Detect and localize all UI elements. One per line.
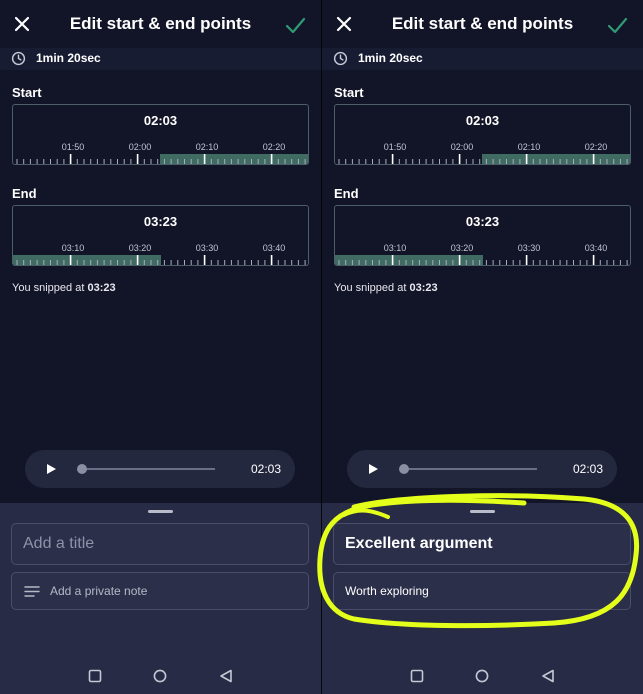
player-time: 02:03 [250,462,281,476]
tick-label: 03:30 [518,243,541,253]
duration-text: 1min 20sec [358,51,423,65]
lines-icon [24,586,40,597]
start-timeline[interactable]: 02:03 01:50 02:00 02:10 02:20 [334,104,631,165]
sheet-handle[interactable] [148,510,173,513]
snip-time: 03:23 [409,282,438,294]
sheet-handle[interactable] [470,510,495,513]
start-label: Start [334,85,364,100]
bottom-sheet: Excellent argument Worth exploring [322,503,643,694]
title-value: Excellent argument [345,535,493,552]
nav-circle-icon[interactable] [153,669,167,683]
page-title: Edit start & end points [69,14,252,33]
progress-track[interactable] [80,468,215,470]
progress-track[interactable] [402,468,537,470]
player-time: 02:03 [572,462,603,476]
tick-label: 02:00 [129,142,152,152]
end-timeline[interactable]: 03:23 03:10 03:20 03:30 03:40 [334,205,631,266]
nav-triangle-icon[interactable] [541,669,555,683]
check-icon[interactable] [606,14,628,36]
selection-range [13,255,161,265]
clock-icon [11,51,26,66]
tick-label: 02:20 [263,142,286,152]
note-value: Worth exploring [345,584,429,598]
note-placeholder: Add a private note [50,584,148,598]
bottom-sheet: Add a title Add a private note [0,503,321,694]
start-timeline[interactable]: 02:03 01:50 02:00 02:10 02:20 [12,104,309,165]
note-field[interactable]: Add a private note [11,572,309,610]
clock-icon [333,51,348,66]
audio-player: 02:03 [25,450,295,488]
tick-label: 01:50 [384,142,407,152]
screen-right: Edit start & end points 1min 20sec Start… [322,0,643,694]
selection-range [335,255,483,265]
title-field[interactable]: Excellent argument [333,523,631,565]
check-icon[interactable] [284,14,306,36]
tick-label: 03:10 [62,243,85,253]
header: Edit start & end points [322,0,643,48]
tick-label: 02:00 [451,142,474,152]
nav-circle-icon[interactable] [475,669,489,683]
end-scrubber[interactable]: 03:10 03:20 03:30 03:40 [13,206,309,266]
duration-bar: 1min 20sec [322,48,643,70]
play-icon[interactable] [45,463,57,475]
note-field[interactable]: Worth exploring [333,572,631,610]
header: Edit start & end points [0,0,321,48]
snip-info: You snipped at 03:23 [12,282,116,294]
start-label: Start [12,85,42,100]
tick-label: 03:20 [129,243,152,253]
duration-bar: 1min 20sec [0,48,321,70]
close-icon[interactable] [12,14,32,34]
title-placeholder: Add a title [23,535,95,552]
start-scrubber[interactable]: 01:50 02:00 02:10 02:20 [13,105,309,165]
snip-time: 03:23 [87,282,116,294]
snip-info: You snipped at 03:23 [334,282,438,294]
title-field[interactable]: Add a title [11,523,309,565]
progress-knob[interactable] [77,464,87,474]
snip-prefix: You snipped at [12,282,85,294]
tick-label: 01:50 [62,142,85,152]
end-label: End [334,186,359,201]
close-icon[interactable] [334,14,354,34]
nav-square-icon[interactable] [88,669,102,683]
end-timeline[interactable]: 03:23 03:10 03:20 03:30 03:40 [12,205,309,266]
selection-range [482,154,630,164]
selection-range [160,154,308,164]
nav-square-icon[interactable] [410,669,424,683]
nav-triangle-icon[interactable] [219,669,233,683]
screen-left: Edit start & end points 1min 20sec Start… [0,0,321,694]
page-title: Edit start & end points [391,14,574,33]
tick-label: 02:10 [196,142,219,152]
snip-prefix: You snipped at [334,282,407,294]
end-scrubber[interactable]: 03:10 03:20 03:30 03:40 [335,206,631,266]
duration-text: 1min 20sec [36,51,101,65]
system-nav-bar [0,655,321,694]
progress-knob[interactable] [399,464,409,474]
tick-label: 03:20 [451,243,474,253]
play-icon[interactable] [367,463,379,475]
tick-label: 02:10 [518,142,541,152]
audio-player: 02:03 [347,450,617,488]
tick-label: 03:40 [263,243,286,253]
end-label: End [12,186,37,201]
tick-label: 02:20 [585,142,608,152]
tick-label: 03:10 [384,243,407,253]
tick-label: 03:30 [196,243,219,253]
start-scrubber[interactable]: 01:50 02:00 02:10 02:20 [335,105,631,165]
system-nav-bar [322,655,643,694]
tick-label: 03:40 [585,243,608,253]
